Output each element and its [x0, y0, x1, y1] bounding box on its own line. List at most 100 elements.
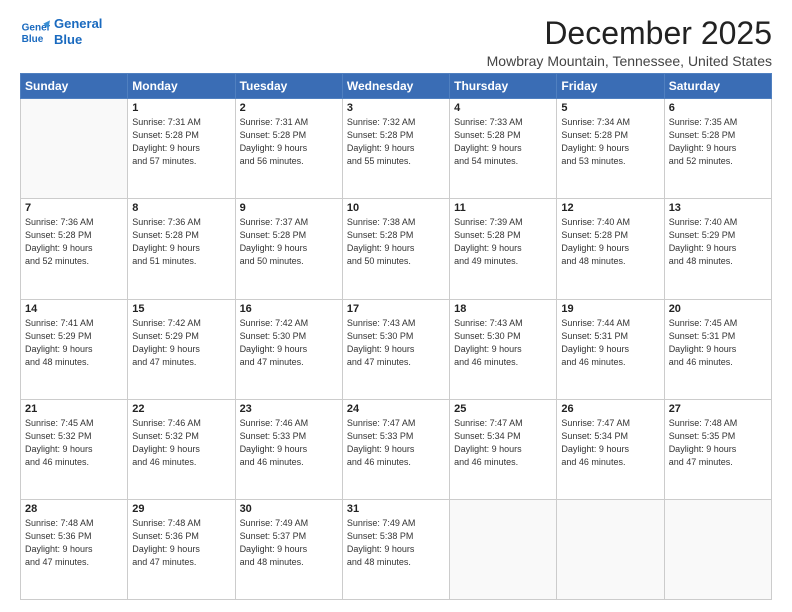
day-info: Sunrise: 7:47 AM Sunset: 5:33 PM Dayligh… [347, 417, 445, 469]
subtitle: Mowbray Mountain, Tennessee, United Stat… [487, 53, 772, 69]
day-number: 25 [454, 403, 552, 415]
day-number: 5 [561, 102, 659, 114]
day-info: Sunrise: 7:31 AM Sunset: 5:28 PM Dayligh… [240, 116, 338, 168]
logo: General Blue General Blue [20, 16, 102, 47]
calendar-cell: 8 Sunrise: 7:36 AM Sunset: 5:28 PM Daylig… [128, 199, 235, 299]
calendar-cell: 18 Sunrise: 7:43 AM Sunset: 5:30 PM Dayli… [450, 299, 557, 399]
day-info: Sunrise: 7:40 AM Sunset: 5:29 PM Dayligh… [669, 216, 767, 268]
day-number: 24 [347, 403, 445, 415]
calendar-header-sunday: Sunday [21, 74, 128, 99]
calendar-cell: 23 Sunrise: 7:46 AM Sunset: 5:33 PM Dayli… [235, 399, 342, 499]
calendar-cell: 15 Sunrise: 7:42 AM Sunset: 5:29 PM Dayli… [128, 299, 235, 399]
day-info: Sunrise: 7:48 AM Sunset: 5:35 PM Dayligh… [669, 417, 767, 469]
calendar-cell: 24 Sunrise: 7:47 AM Sunset: 5:33 PM Dayli… [342, 399, 449, 499]
day-number: 15 [132, 303, 230, 315]
day-info: Sunrise: 7:45 AM Sunset: 5:31 PM Dayligh… [669, 317, 767, 369]
day-info: Sunrise: 7:36 AM Sunset: 5:28 PM Dayligh… [132, 216, 230, 268]
day-info: Sunrise: 7:46 AM Sunset: 5:32 PM Dayligh… [132, 417, 230, 469]
title-block: December 2025 Mowbray Mountain, Tennesse… [487, 16, 772, 69]
calendar-cell: 5Sunrise: 7:34 AM Sunset: 5:28 PM Daylig… [557, 99, 664, 199]
day-number: 18 [454, 303, 552, 315]
day-info: Sunrise: 7:46 AM Sunset: 5:33 PM Dayligh… [240, 417, 338, 469]
logo-line2: Blue [54, 32, 102, 48]
calendar-cell: 13 Sunrise: 7:40 AM Sunset: 5:29 PM Dayli… [664, 199, 771, 299]
day-number: 27 [669, 403, 767, 415]
day-info: Sunrise: 7:49 AM Sunset: 5:37 PM Dayligh… [240, 517, 338, 569]
calendar-table: SundayMondayTuesdayWednesdayThursdayFrid… [20, 73, 772, 600]
calendar-cell: 19 Sunrise: 7:44 AM Sunset: 5:31 PM Dayli… [557, 299, 664, 399]
day-number: 26 [561, 403, 659, 415]
calendar-week-row: 28Sunrise: 7:48 AM Sunset: 5:36 PM Dayli… [21, 499, 772, 599]
calendar-cell: 17Sunrise: 7:43 AM Sunset: 5:30 PM Dayli… [342, 299, 449, 399]
calendar-cell: 2 Sunrise: 7:31 AM Sunset: 5:28 PM Daylig… [235, 99, 342, 199]
calendar-cell: 30 Sunrise: 7:49 AM Sunset: 5:37 PM Dayli… [235, 499, 342, 599]
header: General Blue General Blue December 2025 … [20, 16, 772, 69]
day-info: Sunrise: 7:40 AM Sunset: 5:28 PM Dayligh… [561, 216, 659, 268]
day-info: Sunrise: 7:35 AM Sunset: 5:28 PM Dayligh… [669, 116, 767, 168]
day-info: Sunrise: 7:42 AM Sunset: 5:29 PM Dayligh… [132, 317, 230, 369]
main-title: December 2025 [487, 16, 772, 51]
logo-line1: General [54, 16, 102, 32]
day-number: 14 [25, 303, 123, 315]
day-number: 30 [240, 503, 338, 515]
calendar-cell: 11Sunrise: 7:39 AM Sunset: 5:28 PM Dayli… [450, 199, 557, 299]
day-number: 29 [132, 503, 230, 515]
day-info: Sunrise: 7:43 AM Sunset: 5:30 PM Dayligh… [454, 317, 552, 369]
day-number: 20 [669, 303, 767, 315]
day-number: 9 [240, 202, 338, 214]
day-info: Sunrise: 7:33 AM Sunset: 5:28 PM Dayligh… [454, 116, 552, 168]
calendar-week-row: 7 Sunrise: 7:36 AM Sunset: 5:28 PM Daylig… [21, 199, 772, 299]
calendar-cell: 4Sunrise: 7:33 AM Sunset: 5:28 PM Daylig… [450, 99, 557, 199]
day-info: Sunrise: 7:44 AM Sunset: 5:31 PM Dayligh… [561, 317, 659, 369]
day-number: 8 [132, 202, 230, 214]
calendar-cell: 9 Sunrise: 7:37 AM Sunset: 5:28 PM Daylig… [235, 199, 342, 299]
day-number: 6 [669, 102, 767, 114]
calendar-header-monday: Monday [128, 74, 235, 99]
day-info: Sunrise: 7:42 AM Sunset: 5:30 PM Dayligh… [240, 317, 338, 369]
calendar-header-friday: Friday [557, 74, 664, 99]
calendar-week-row: 1Sunrise: 7:31 AM Sunset: 5:28 PM Daylig… [21, 99, 772, 199]
calendar-cell: 29Sunrise: 7:48 AM Sunset: 5:36 PM Dayli… [128, 499, 235, 599]
calendar-header-wednesday: Wednesday [342, 74, 449, 99]
calendar-cell: 7Sunrise: 7:36 AM Sunset: 5:28 PM Daylig… [21, 199, 128, 299]
day-info: Sunrise: 7:32 AM Sunset: 5:28 PM Dayligh… [347, 116, 445, 168]
calendar-cell [450, 499, 557, 599]
day-number: 19 [561, 303, 659, 315]
day-number: 23 [240, 403, 338, 415]
calendar-cell [557, 499, 664, 599]
day-number: 28 [25, 503, 123, 515]
calendar-week-row: 14 Sunrise: 7:41 AM Sunset: 5:29 PM Dayli… [21, 299, 772, 399]
calendar-header-tuesday: Tuesday [235, 74, 342, 99]
calendar-cell: 26Sunrise: 7:47 AM Sunset: 5:34 PM Dayli… [557, 399, 664, 499]
day-info: Sunrise: 7:38 AM Sunset: 5:28 PM Dayligh… [347, 216, 445, 268]
day-info: Sunrise: 7:31 AM Sunset: 5:28 PM Dayligh… [132, 116, 230, 168]
day-info: Sunrise: 7:41 AM Sunset: 5:29 PM Dayligh… [25, 317, 123, 369]
day-info: Sunrise: 7:37 AM Sunset: 5:28 PM Dayligh… [240, 216, 338, 268]
day-number: 21 [25, 403, 123, 415]
calendar-cell [21, 99, 128, 199]
day-number: 3 [347, 102, 445, 114]
day-number: 2 [240, 102, 338, 114]
calendar-cell: 16 Sunrise: 7:42 AM Sunset: 5:30 PM Dayli… [235, 299, 342, 399]
day-info: Sunrise: 7:47 AM Sunset: 5:34 PM Dayligh… [454, 417, 552, 469]
day-number: 12 [561, 202, 659, 214]
calendar-cell: 21 Sunrise: 7:45 AM Sunset: 5:32 PM Dayli… [21, 399, 128, 499]
calendar-cell: 1Sunrise: 7:31 AM Sunset: 5:28 PM Daylig… [128, 99, 235, 199]
day-info: Sunrise: 7:39 AM Sunset: 5:28 PM Dayligh… [454, 216, 552, 268]
calendar-cell: 25 Sunrise: 7:47 AM Sunset: 5:34 PM Dayli… [450, 399, 557, 499]
day-number: 13 [669, 202, 767, 214]
day-number: 17 [347, 303, 445, 315]
calendar-cell: 27 Sunrise: 7:48 AM Sunset: 5:35 PM Dayli… [664, 399, 771, 499]
day-number: 10 [347, 202, 445, 214]
day-number: 16 [240, 303, 338, 315]
calendar-cell: 28Sunrise: 7:48 AM Sunset: 5:36 PM Dayli… [21, 499, 128, 599]
day-number: 22 [132, 403, 230, 415]
day-number: 7 [25, 202, 123, 214]
calendar-cell: 3 Sunrise: 7:32 AM Sunset: 5:28 PM Daylig… [342, 99, 449, 199]
calendar-cell: 12 Sunrise: 7:40 AM Sunset: 5:28 PM Dayli… [557, 199, 664, 299]
day-number: 31 [347, 503, 445, 515]
calendar-cell: 14 Sunrise: 7:41 AM Sunset: 5:29 PM Dayli… [21, 299, 128, 399]
calendar-header-row: SundayMondayTuesdayWednesdayThursdayFrid… [21, 74, 772, 99]
day-info: Sunrise: 7:45 AM Sunset: 5:32 PM Dayligh… [25, 417, 123, 469]
logo-icon: General Blue [20, 17, 50, 47]
